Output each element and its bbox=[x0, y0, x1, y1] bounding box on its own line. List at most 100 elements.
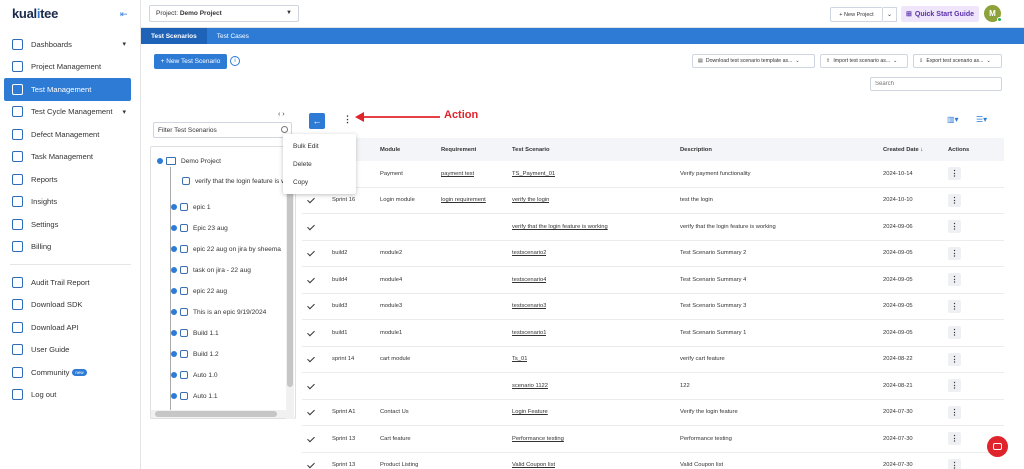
sidebar-item-audit-trail-report[interactable]: Audit Trail Report bbox=[0, 271, 141, 294]
tree-root[interactable]: Demo Project bbox=[157, 157, 221, 165]
tree-node[interactable]: Build 1.1 bbox=[171, 329, 219, 337]
chevron-down-icon[interactable]: ▾ bbox=[122, 40, 126, 48]
project-select[interactable]: Project: Demo Project ▼ bbox=[149, 5, 299, 22]
back-arrow-button[interactable]: ← bbox=[309, 113, 325, 129]
columns-toggle-icon[interactable]: ▥▾ bbox=[947, 115, 959, 124]
sidebar-item-download-api[interactable]: Download API bbox=[0, 316, 141, 339]
table-row[interactable]: Sprint 13 Cart feature Performance testing… bbox=[302, 426, 1004, 453]
row-actions-button[interactable]: ⋮ bbox=[948, 432, 961, 446]
row-actions-button[interactable]: ⋮ bbox=[948, 352, 961, 366]
sidebar-item-user-guide[interactable]: User Guide bbox=[0, 339, 141, 362]
sidebar-item-task-management[interactable]: Task Management bbox=[0, 146, 141, 169]
table-row[interactable]: sprint 14 cart module Ts_01 verify cart fea… bbox=[302, 347, 1004, 373]
tree-node[interactable]: epic 22 aug on jira by sheema bbox=[171, 245, 281, 253]
table-row[interactable]: build2 module2 testscenario2 Test Scenario … bbox=[302, 241, 1004, 267]
row-actions-button[interactable]: ⋮ bbox=[948, 379, 961, 393]
cell-requirement-link[interactable]: login requirement bbox=[441, 188, 486, 214]
new-project-dropdown-icon[interactable]: ⌄ bbox=[883, 7, 897, 22]
row-actions-button[interactable]: ⋮ bbox=[948, 193, 961, 207]
table-row[interactable]: Sprint 13 Product Listing Valid Coupon lis… bbox=[302, 453, 1004, 469]
menu-item-bulk-edit[interactable]: Bulk Edit bbox=[283, 137, 356, 155]
sidebar-item-project-management[interactable]: Project Management bbox=[0, 56, 141, 79]
kualitee-logo[interactable]: kualitee bbox=[12, 6, 58, 21]
tree-node[interactable]: epic 1 bbox=[171, 203, 211, 211]
expand-toggle-icon[interactable] bbox=[171, 330, 177, 336]
tab-test-cases[interactable]: Test Cases bbox=[207, 28, 259, 44]
expand-toggle-icon[interactable] bbox=[171, 204, 177, 210]
collapse-sidebar-icon[interactable]: ⇤ bbox=[120, 9, 128, 20]
cell-scenario-link[interactable]: scenario 1122 bbox=[512, 373, 548, 399]
new-project-button[interactable]: + New Project bbox=[830, 7, 883, 22]
tree-nav-arrows[interactable]: ‹ › bbox=[278, 111, 285, 118]
cell-requirement-link[interactable]: payment test bbox=[441, 161, 474, 187]
new-test-scenario-button[interactable]: + New Test Scenario bbox=[154, 54, 227, 69]
export-button[interactable]: ⇩ Export test scenario as... ⌄ bbox=[913, 54, 1002, 68]
table-row[interactable]: build4 module4 testscenario4 Test Scenario … bbox=[302, 267, 1004, 294]
menu-item-delete[interactable]: Delete bbox=[283, 155, 356, 173]
chevron-down-icon[interactable]: ▾ bbox=[122, 108, 126, 116]
cell-scenario-link[interactable]: verify the login bbox=[512, 188, 549, 214]
row-checkbox[interactable] bbox=[307, 320, 315, 346]
cell-scenario-link[interactable]: testscenario4 bbox=[512, 267, 546, 293]
expand-toggle-icon[interactable] bbox=[171, 351, 177, 357]
tree-node[interactable]: task on jira - 22 aug bbox=[171, 266, 251, 274]
cell-scenario-link[interactable]: Valid Coupon list bbox=[512, 453, 555, 469]
download-template-button[interactable]: ▤ Download test scenario template as... ⌄ bbox=[692, 54, 815, 68]
expand-toggle-icon[interactable] bbox=[157, 158, 163, 164]
search-input[interactable] bbox=[870, 77, 1002, 91]
tree-node[interactable]: Build 1.2 bbox=[171, 350, 219, 358]
row-actions-button[interactable]: ⋮ bbox=[948, 299, 961, 313]
header-description[interactable]: Description bbox=[680, 138, 712, 161]
row-actions-button[interactable]: ⋮ bbox=[948, 167, 961, 181]
tree-node[interactable]: Epic 23 aug bbox=[171, 224, 228, 232]
table-row[interactable]: build3 module3 testscenario3 Test Scenario … bbox=[302, 294, 1004, 320]
row-actions-button[interactable]: ⋮ bbox=[948, 246, 961, 260]
sidebar-item-billing[interactable]: Billing bbox=[0, 236, 141, 259]
quick-start-guide-button[interactable]: ⊞ Quick Start Guide bbox=[901, 6, 979, 22]
cell-scenario-link[interactable]: verify that the login feature is working bbox=[512, 214, 608, 240]
row-actions-button[interactable]: ⋮ bbox=[948, 220, 961, 234]
scrollbar-thumb[interactable] bbox=[155, 411, 277, 417]
tree-node[interactable]: Auto 1.1 bbox=[171, 392, 218, 400]
cell-scenario-link[interactable]: Login Feature bbox=[512, 400, 548, 426]
row-checkbox[interactable] bbox=[307, 214, 315, 240]
table-row[interactable]: Sprint 16 Login module login requirement ve… bbox=[302, 188, 1004, 214]
expand-toggle-icon[interactable] bbox=[171, 267, 177, 273]
table-row[interactable]: Sprint A1 Contact Us Login Feature Verify t… bbox=[302, 400, 1004, 426]
row-actions-button[interactable]: ⋮ bbox=[948, 458, 961, 469]
cell-scenario-link[interactable]: Ts_01 bbox=[512, 347, 527, 373]
row-actions-button[interactable]: ⋮ bbox=[948, 326, 961, 340]
table-row[interactable]: build1 module1 testscenario1 Test Scenario … bbox=[302, 320, 1004, 347]
chat-icon[interactable] bbox=[987, 436, 1008, 457]
sidebar-item-test-management[interactable]: Test Management bbox=[4, 78, 131, 101]
tree-node[interactable]: verify that the login feature is w bbox=[182, 177, 286, 185]
expand-toggle-icon[interactable] bbox=[171, 309, 177, 315]
header-requirement[interactable]: Requirement bbox=[441, 138, 476, 161]
sidebar-item-download-sdk[interactable]: Download SDK bbox=[0, 294, 141, 317]
tree-horizontal-scrollbar[interactable] bbox=[151, 410, 286, 418]
info-icon[interactable]: i bbox=[230, 56, 240, 66]
tree-node[interactable]: Auto 1.0 bbox=[171, 371, 218, 379]
sidebar-item-reports[interactable]: Reports bbox=[0, 168, 141, 191]
row-checkbox[interactable] bbox=[307, 347, 315, 373]
row-checkbox[interactable] bbox=[307, 373, 315, 399]
filter-toggle-icon[interactable]: ☰▾ bbox=[976, 115, 987, 124]
cell-scenario-link[interactable]: TS_Payment_01 bbox=[512, 161, 555, 187]
row-checkbox[interactable] bbox=[307, 453, 315, 469]
cell-scenario-link[interactable]: testscenario2 bbox=[512, 241, 546, 267]
cell-scenario-link[interactable]: Performance testing bbox=[512, 426, 564, 452]
sidebar-item-log-out[interactable]: Log out bbox=[0, 384, 141, 407]
scrollbar-thumb[interactable] bbox=[287, 162, 293, 387]
menu-item-copy[interactable]: Copy bbox=[283, 173, 356, 191]
row-checkbox[interactable] bbox=[307, 267, 315, 293]
import-button[interactable]: ⇧ Import test scenario as... ⌄ bbox=[820, 54, 908, 68]
table-row[interactable]: verify that the login feature is working… bbox=[302, 214, 1004, 241]
tab-test-scenarios[interactable]: Test Scenarios bbox=[141, 28, 207, 44]
row-actions-button[interactable]: ⋮ bbox=[948, 405, 961, 419]
header-created-date[interactable]: Created Date ↓ bbox=[883, 138, 923, 161]
tree-node[interactable]: This is an epic 9/19/2024 bbox=[171, 308, 266, 316]
row-checkbox[interactable] bbox=[307, 426, 315, 452]
tree-node[interactable]: epic 22 aug bbox=[171, 287, 227, 295]
filter-test-scenarios-input[interactable]: Filter Test Scenarios bbox=[153, 122, 292, 138]
header-test-scenario[interactable]: Test Scenario bbox=[512, 138, 550, 161]
